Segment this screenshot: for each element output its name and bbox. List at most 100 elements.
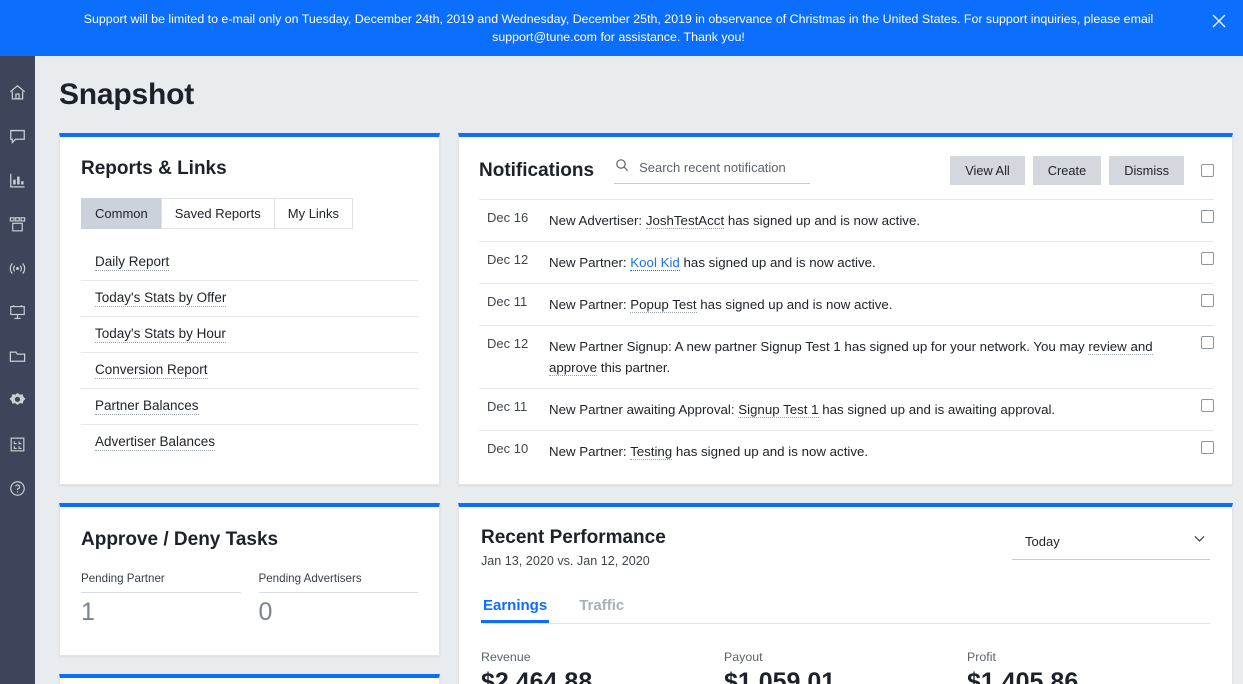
reports-and-links-card: Reports & Links Common Saved Reports My … — [59, 133, 440, 485]
report-link-partner-balances[interactable]: Partner Balances — [95, 398, 199, 415]
notification-message: New Partner: Testing has signed up and i… — [549, 441, 1192, 462]
approve-deny-stats: Pending Partner 1 Pending Advertisers 0 — [81, 572, 418, 627]
msg-part: this partner. — [597, 360, 671, 375]
performance-header: Recent Performance Jan 13, 2020 vs. Jan … — [481, 527, 1210, 568]
stat-pending-advertisers: Pending Advertisers 0 — [258, 572, 418, 627]
page-title: Snapshot — [59, 78, 195, 111]
sidebar-item-home[interactable] — [0, 70, 35, 114]
sidebar-item-offers[interactable] — [0, 202, 35, 246]
notifications-title: Notifications — [479, 159, 595, 181]
notification-message: New Partner: Kool Kid has signed up and … — [549, 252, 1192, 273]
tab-common[interactable]: Common — [81, 198, 162, 229]
lower-left-card — [59, 674, 440, 684]
advertiser-link[interactable]: JoshTestAcct — [645, 213, 725, 229]
approve-deny-tasks-card: Approve / Deny Tasks Pending Partner 1 P… — [59, 503, 440, 656]
stat-value: 1 — [81, 598, 95, 626]
approve-deny-title: Approve / Deny Tasks — [81, 529, 279, 550]
row-checkbox[interactable] — [1201, 294, 1214, 307]
metric-value: $1,059.01 — [724, 668, 836, 684]
date-range-select[interactable]: Today — [1012, 527, 1210, 560]
partner-link[interactable]: Kool Kid — [630, 255, 680, 271]
sidebar-item-partners[interactable] — [0, 290, 35, 334]
notification-message: New Partner: Popup Test has signed up an… — [549, 294, 1192, 315]
dashboard-columns: Reports & Links Common Saved Reports My … — [59, 133, 1243, 684]
msg-part: New Partner Signup: A new partner Signup… — [549, 339, 1089, 354]
notification-message: New Partner awaiting Approval: Signup Te… — [549, 399, 1192, 420]
bar-chart-icon — [8, 171, 27, 190]
report-link-daily-report[interactable]: Daily Report — [95, 254, 170, 271]
table-grid-icon — [8, 435, 27, 454]
search-placeholder: Search recent notification — [639, 160, 786, 175]
tab-traffic[interactable]: Traffic — [577, 591, 626, 623]
tab-earnings[interactable]: Earnings — [481, 591, 549, 623]
notification-date: Dec 16 — [487, 210, 529, 225]
stat-label: Pending Partner — [81, 572, 241, 593]
metric-label: Revenue — [481, 650, 531, 664]
search-input[interactable]: Search recent notification — [614, 157, 811, 184]
sidebar-item-messages[interactable] — [0, 114, 35, 158]
msg-part: has signed up and is now active. — [672, 444, 869, 459]
select-all-checkbox[interactable] — [1201, 164, 1214, 177]
notification-message: New Advertiser: JoshTestAcct has signed … — [549, 210, 1192, 231]
row-checkbox[interactable] — [1201, 252, 1214, 265]
msg-part: New Partner: — [549, 444, 631, 459]
primary-sidebar — [0, 56, 35, 684]
list-item: Today's Stats by Offer — [81, 281, 418, 317]
notifications-card: Notifications Search recent notification… — [458, 133, 1233, 485]
gear-icon — [8, 391, 27, 410]
msg-part: has signed up and is awaiting approval. — [818, 402, 1056, 417]
close-icon[interactable] — [1209, 11, 1229, 31]
report-link-conversion-report[interactable]: Conversion Report — [95, 362, 208, 379]
metric-payout: Payout $1,059.01 — [724, 650, 967, 684]
tab-my-links[interactable]: My Links — [273, 198, 354, 229]
row-checkbox[interactable] — [1201, 210, 1214, 223]
metric-label: Payout — [724, 650, 763, 664]
msg-part: has signed up and is now active. — [724, 213, 921, 228]
partner-link[interactable]: Testing — [630, 444, 673, 460]
view-all-button[interactable]: View All — [950, 156, 1025, 185]
row-checkbox[interactable] — [1201, 336, 1214, 349]
create-button[interactable]: Create — [1032, 156, 1102, 185]
performance-tabs: Earnings Traffic — [481, 591, 1210, 624]
right-column: Notifications Search recent notification… — [458, 133, 1233, 684]
list-item: Daily Report — [81, 245, 418, 281]
table-row: Dec 12 New Partner Signup: A new partner… — [479, 325, 1214, 388]
sidebar-item-files[interactable] — [0, 334, 35, 378]
page-content: Snapshot Reports & Links Common Saved Re… — [35, 56, 1243, 684]
folder-icon — [8, 347, 27, 366]
sidebar-item-reports[interactable] — [0, 158, 35, 202]
sidebar-item-help[interactable] — [0, 466, 35, 510]
grid-panels-icon — [8, 215, 27, 234]
notifications-header: Notifications Search recent notification… — [459, 137, 1232, 199]
metric-value: $1,405.86 — [967, 668, 1079, 684]
msg-part: New Partner: — [549, 297, 631, 312]
table-row: Dec 11 New Partner: Popup Test has signe… — [479, 283, 1214, 325]
performance-heading-group: Recent Performance Jan 13, 2020 vs. Jan … — [481, 527, 666, 568]
table-row: Dec 10 New Partner: Testing has signed u… — [479, 430, 1214, 472]
stat-value: 0 — [258, 598, 273, 626]
chat-bubble-icon — [8, 127, 27, 146]
row-checkbox[interactable] — [1201, 441, 1214, 454]
report-link-todays-stats-by-offer[interactable]: Today's Stats by Offer — [95, 290, 227, 307]
dismiss-button[interactable]: Dismiss — [1109, 156, 1184, 185]
report-link-todays-stats-by-hour[interactable]: Today's Stats by Hour — [95, 326, 226, 343]
performance-metrics: Revenue $2,464.88 Payout $1,059.01 Profi… — [481, 650, 1210, 684]
help-circle-icon — [8, 479, 27, 498]
msg-part: has signed up and is now active. — [679, 255, 876, 270]
sidebar-item-tools[interactable] — [0, 422, 35, 466]
sidebar-item-advertisers[interactable] — [0, 246, 35, 290]
list-item: Advertiser Balances — [81, 425, 418, 460]
table-row: Dec 11 New Partner awaiting Approval: Si… — [479, 388, 1214, 430]
metric-label: Profit — [967, 650, 996, 664]
msg-part: has signed up and is now active. — [696, 297, 893, 312]
recent-performance-card: Recent Performance Jan 13, 2020 vs. Jan … — [458, 503, 1233, 684]
banner-message: Support will be limited to e-mail only o… — [83, 12, 1154, 44]
partner-link[interactable]: Signup Test 1 — [738, 402, 819, 418]
row-checkbox[interactable] — [1201, 399, 1214, 412]
report-link-advertiser-balances[interactable]: Advertiser Balances — [95, 434, 216, 451]
metric-revenue: Revenue $2,464.88 — [481, 650, 724, 684]
tab-saved-reports[interactable]: Saved Reports — [160, 198, 275, 229]
partner-link[interactable]: Popup Test — [630, 297, 697, 313]
sidebar-item-settings[interactable] — [0, 378, 35, 422]
chevron-down-icon — [1191, 530, 1208, 552]
